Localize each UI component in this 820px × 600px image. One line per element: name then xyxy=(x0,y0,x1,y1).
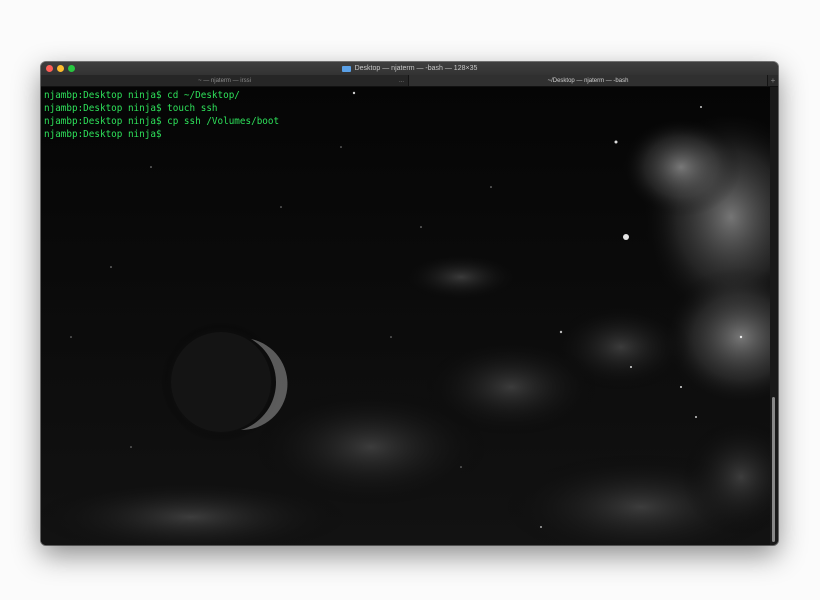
zoom-button[interactable] xyxy=(68,65,75,72)
terminal-content[interactable]: njambp:Desktop ninja$ cd ~/Desktop/ njam… xyxy=(41,87,770,545)
night-sky-background xyxy=(41,87,770,545)
tab-label: ~/Desktop — njaterm — -bash xyxy=(547,77,629,84)
terminal-prompt-line: njambp:Desktop ninja$ xyxy=(44,129,162,140)
traffic-lights xyxy=(46,65,75,72)
folder-icon xyxy=(341,65,351,72)
terminal-line: njambp:Desktop ninja$ cd ~/Desktop/ xyxy=(44,90,240,101)
tab-overflow-indicator: ... xyxy=(398,77,404,84)
tab-bar: ~ — njaterm — irssi ... ~/Desktop — njat… xyxy=(41,75,778,87)
new-tab-button[interactable]: + xyxy=(767,75,778,86)
terminal-line: njambp:Desktop ninja$ touch ssh xyxy=(44,103,218,114)
tab-irssi[interactable]: ~ — njaterm — irssi ... xyxy=(41,75,409,86)
title-bar[interactable]: Desktop — njaterm — -bash — 128×35 xyxy=(41,62,778,75)
terminal-line: njambp:Desktop ninja$ cp ssh /Volumes/bo… xyxy=(44,116,280,127)
scrollbar[interactable] xyxy=(770,87,778,545)
close-button[interactable] xyxy=(46,65,53,72)
scrollbar-thumb[interactable] xyxy=(772,397,775,542)
tab-label: ~ — njaterm — irssi xyxy=(198,77,251,84)
minimize-button[interactable] xyxy=(57,65,64,72)
tab-bash[interactable]: ~/Desktop — njaterm — -bash xyxy=(409,75,768,86)
terminal-window: Desktop — njaterm — -bash — 128×35 ~ — n… xyxy=(41,62,778,545)
window-title: Desktop — njaterm — -bash — 128×35 xyxy=(354,65,478,72)
terminal-output[interactable]: njambp:Desktop ninja$ cd ~/Desktop/ njam… xyxy=(44,89,279,141)
